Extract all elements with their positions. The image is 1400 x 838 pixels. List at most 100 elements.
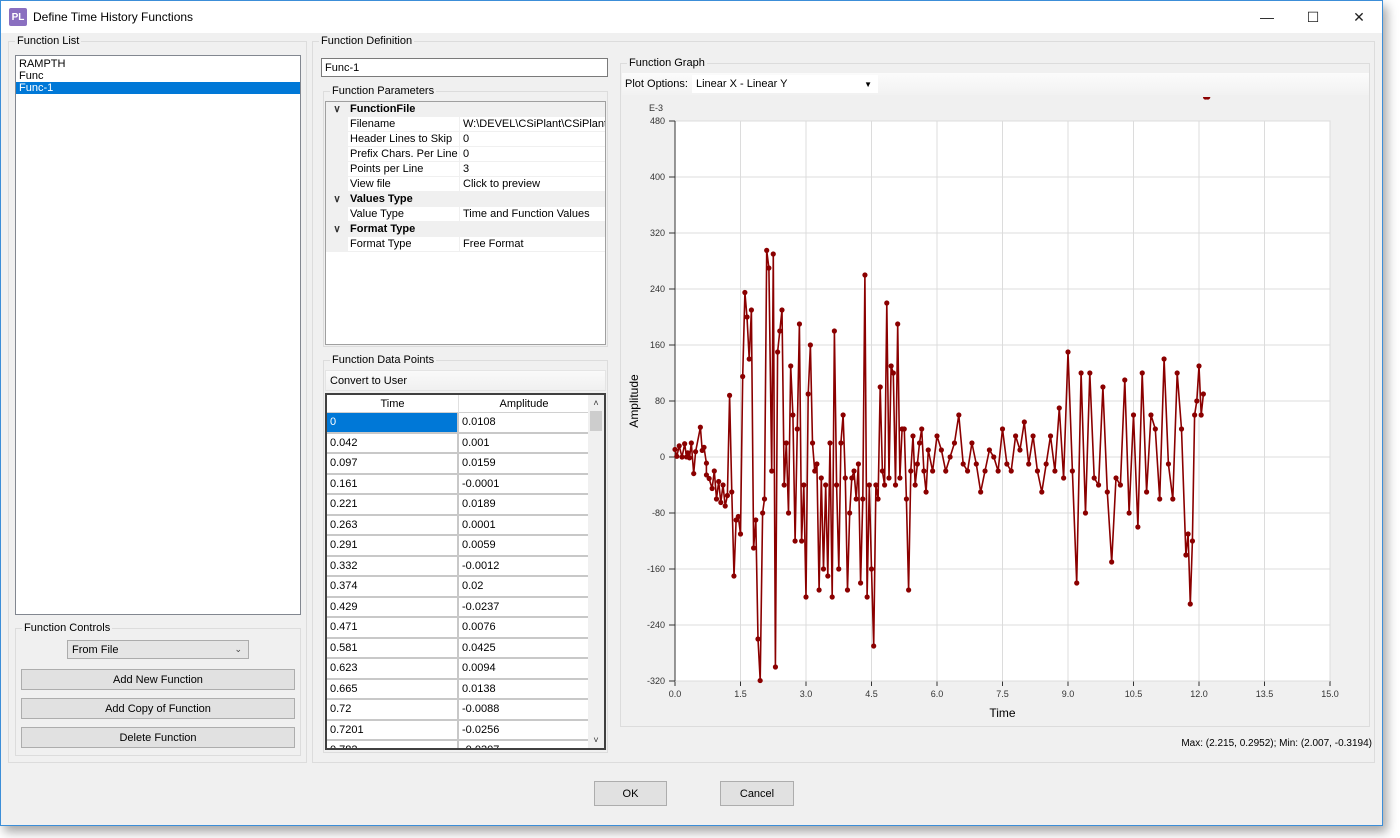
amplitude-cell[interactable]: -0.0256 xyxy=(459,720,590,741)
table-row[interactable]: 0.332 -0.0012 xyxy=(327,556,604,577)
amplitude-cell[interactable]: 0.0189 xyxy=(459,495,590,516)
amplitude-cell[interactable]: 0.0059 xyxy=(459,536,590,557)
collapse-chevron-icon[interactable]: ∨ xyxy=(326,102,348,117)
add-copy-function-button[interactable]: Add Copy of Function xyxy=(21,698,295,719)
time-cell[interactable]: 0.581 xyxy=(327,638,459,659)
table-row[interactable]: 0.263 0.0001 xyxy=(327,515,604,536)
time-cell[interactable]: 0.429 xyxy=(327,597,459,618)
property-value[interactable]: Free Format xyxy=(459,237,605,252)
property-row[interactable]: FilenameW:\DEVEL\CSiPlant\CSiPlant v1 xyxy=(326,117,605,132)
maximize-button[interactable]: ☐ xyxy=(1290,1,1336,33)
ok-button[interactable]: OK xyxy=(594,781,667,806)
time-cell[interactable]: 0.782 xyxy=(327,741,459,748)
table-row[interactable]: 0.623 0.0094 xyxy=(327,659,604,680)
table-row[interactable]: 0.72 -0.0088 xyxy=(327,700,604,721)
table-row[interactable]: 0.471 0.0076 xyxy=(327,618,604,639)
function-source-select[interactable]: From File ⌄ xyxy=(67,640,249,659)
collapse-chevron-icon[interactable]: ∨ xyxy=(326,192,348,207)
table-scrollbar[interactable]: ˄ ˅ xyxy=(588,395,604,748)
data-point xyxy=(674,453,680,459)
collapse-chevron-icon[interactable]: ∨ xyxy=(326,222,348,237)
time-cell[interactable]: 0.471 xyxy=(327,618,459,639)
table-row[interactable]: 0.7201 -0.0256 xyxy=(327,720,604,741)
amplitude-cell[interactable]: 0.001 xyxy=(459,433,590,454)
time-cell[interactable]: 0.332 xyxy=(327,556,459,577)
scroll-up-icon[interactable]: ˄ xyxy=(588,395,604,411)
table-row[interactable]: 0.581 0.0425 xyxy=(327,638,604,659)
property-value[interactable]: 3 xyxy=(459,162,605,177)
property-value[interactable]: Time and Function Values xyxy=(459,207,605,222)
amplitude-cell[interactable]: 0.0425 xyxy=(459,638,590,659)
property-row[interactable]: Points per Line 3 xyxy=(326,162,605,177)
time-cell[interactable]: 0.623 xyxy=(327,659,459,680)
scroll-down-icon[interactable]: ˅ xyxy=(588,732,604,748)
scroll-thumb[interactable] xyxy=(590,411,602,431)
data-point xyxy=(761,496,768,502)
minimize-button[interactable]: — xyxy=(1244,1,1290,33)
data-point xyxy=(868,566,875,572)
time-cell[interactable]: 0.161 xyxy=(327,474,459,495)
table-row[interactable]: 0.097 0.0159 xyxy=(327,454,604,475)
function-name-input[interactable]: Func-1 xyxy=(321,58,608,77)
time-cell[interactable]: 0 xyxy=(327,413,459,434)
data-points-table[interactable]: Time Amplitude 0 0.0108 0.042 0.001 0.097 0.0… xyxy=(325,393,606,750)
column-header-amplitude[interactable]: Amplitude xyxy=(459,395,590,413)
property-row[interactable]: Value Type Time and Function Values xyxy=(326,207,605,222)
table-row[interactable]: 0.291 0.0059 xyxy=(327,536,604,557)
property-grid[interactable]: ∨ FunctionFile Filename W:\DEVEL\CSiPlant\C… xyxy=(325,101,606,345)
plot-options-select[interactable]: Linear X - Linear Y ▼ xyxy=(691,75,878,93)
table-row[interactable]: 0.429 -0.0237 xyxy=(327,597,604,618)
property-category[interactable]: ∨ FunctionFile xyxy=(326,102,605,117)
amplitude-cell[interactable]: 0.0159 xyxy=(459,454,590,475)
time-cell[interactable]: 0.665 xyxy=(327,679,459,700)
property-value[interactable]: 0 xyxy=(459,147,605,162)
property-row[interactable]: Format Type Free Format xyxy=(326,237,605,252)
table-row[interactable]: 0.161 -0.0001 xyxy=(327,474,604,495)
time-cell[interactable]: 0.7201 xyxy=(327,720,459,741)
table-row[interactable]: 0.374 0.02 xyxy=(327,577,604,598)
convert-to-user-button[interactable]: Convert to User xyxy=(325,370,606,391)
cancel-button[interactable]: Cancel xyxy=(720,781,794,806)
data-point xyxy=(925,447,931,453)
property-value[interactable]: W:\DEVEL\CSiPlant\CSiPlant v1 xyxy=(459,117,605,132)
amplitude-cell[interactable]: 0.0001 xyxy=(459,515,590,536)
amplitude-cell[interactable]: 0.0094 xyxy=(459,659,590,680)
table-row[interactable]: 0 0.0108 xyxy=(327,413,604,434)
property-row[interactable]: Header Lines to Skip 0 xyxy=(326,132,605,147)
amplitude-cell[interactable]: 0.0076 xyxy=(459,618,590,639)
property-row[interactable]: View file Click to preview xyxy=(326,177,605,192)
property-value[interactable]: Click to preview xyxy=(459,177,605,192)
time-cell[interactable]: 0.221 xyxy=(327,495,459,516)
property-category[interactable]: ∨ Format Type xyxy=(326,222,605,237)
function-list-item[interactable]: Func xyxy=(16,70,300,82)
function-list-item[interactable]: Func-1 xyxy=(16,82,300,94)
column-header-time[interactable]: Time xyxy=(327,395,459,413)
amplitude-cell[interactable]: 0.02 xyxy=(459,577,590,598)
amplitude-cell[interactable]: 0.0108 xyxy=(459,413,590,434)
close-button[interactable]: ✕ xyxy=(1336,1,1382,33)
amplitude-cell[interactable]: -0.0237 xyxy=(459,597,590,618)
table-row[interactable]: 0.665 0.0138 xyxy=(327,679,604,700)
time-cell[interactable]: 0.291 xyxy=(327,536,459,557)
amplitude-cell[interactable]: 0.0138 xyxy=(459,679,590,700)
function-list[interactable]: RAMPTH Func Func-1 xyxy=(15,55,301,615)
time-cell[interactable]: 0.042 xyxy=(327,433,459,454)
table-row[interactable]: 0.221 0.0189 xyxy=(327,495,604,516)
time-cell[interactable]: 0.097 xyxy=(327,454,459,475)
amplitude-cell[interactable]: -0.0088 xyxy=(459,700,590,721)
table-row[interactable]: 0.042 0.001 xyxy=(327,433,604,454)
property-value[interactable]: 0 xyxy=(459,132,605,147)
table-row[interactable]: 0.782 -0.0307 xyxy=(327,741,604,748)
time-cell[interactable]: 0.72 xyxy=(327,700,459,721)
time-cell[interactable]: 0.374 xyxy=(327,577,459,598)
function-parameters-label: Function Parameters xyxy=(330,85,437,97)
add-new-function-button[interactable]: Add New Function xyxy=(21,669,295,690)
time-cell[interactable]: 0.263 xyxy=(327,515,459,536)
amplitude-cell[interactable]: -0.0001 xyxy=(459,474,590,495)
property-category[interactable]: ∨ Values Type xyxy=(326,192,605,207)
amplitude-cell[interactable]: -0.0307 xyxy=(459,741,590,748)
property-row[interactable]: Prefix Chars. Per Line to 0 xyxy=(326,147,605,162)
delete-function-button[interactable]: Delete Function xyxy=(21,727,295,748)
function-list-item[interactable]: RAMPTH xyxy=(16,58,300,70)
amplitude-cell[interactable]: -0.0012 xyxy=(459,556,590,577)
